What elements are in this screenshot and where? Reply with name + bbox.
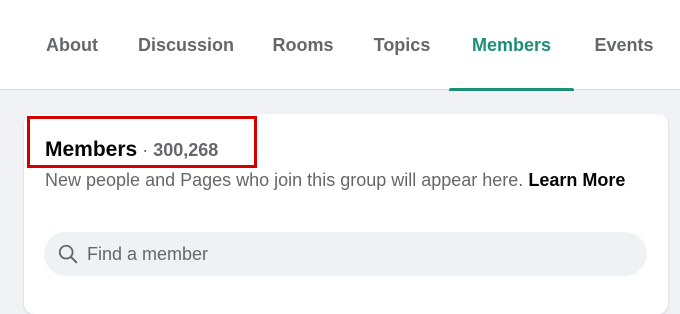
- tab-about[interactable]: About: [28, 0, 116, 90]
- description-text: New people and Pages who join this group…: [45, 170, 524, 190]
- tab-label: Discussion: [137, 34, 235, 55]
- active-tab-indicator: [449, 88, 574, 91]
- member-search-box[interactable]: [44, 232, 647, 276]
- tab-label: Topics: [373, 34, 431, 55]
- tab-discussion[interactable]: Discussion: [128, 0, 244, 90]
- highlight-annotation-box: [27, 116, 257, 168]
- search-icon: [58, 244, 78, 264]
- tab-label: Events: [594, 34, 654, 55]
- tab-label: Rooms: [272, 34, 334, 55]
- tab-events[interactable]: Events: [584, 0, 664, 90]
- tab-rooms[interactable]: Rooms: [258, 0, 348, 90]
- group-tab-bar: About Discussion Rooms Topics Members Ev…: [0, 0, 680, 91]
- tab-label: About: [46, 34, 98, 55]
- tab-members[interactable]: Members: [449, 0, 574, 91]
- members-description: New people and Pages who join this group…: [45, 168, 645, 193]
- learn-more-link[interactable]: Learn More: [528, 170, 625, 190]
- search-input[interactable]: [87, 239, 627, 269]
- tab-topics[interactable]: Topics: [360, 0, 444, 90]
- tab-label: Members: [471, 34, 552, 55]
